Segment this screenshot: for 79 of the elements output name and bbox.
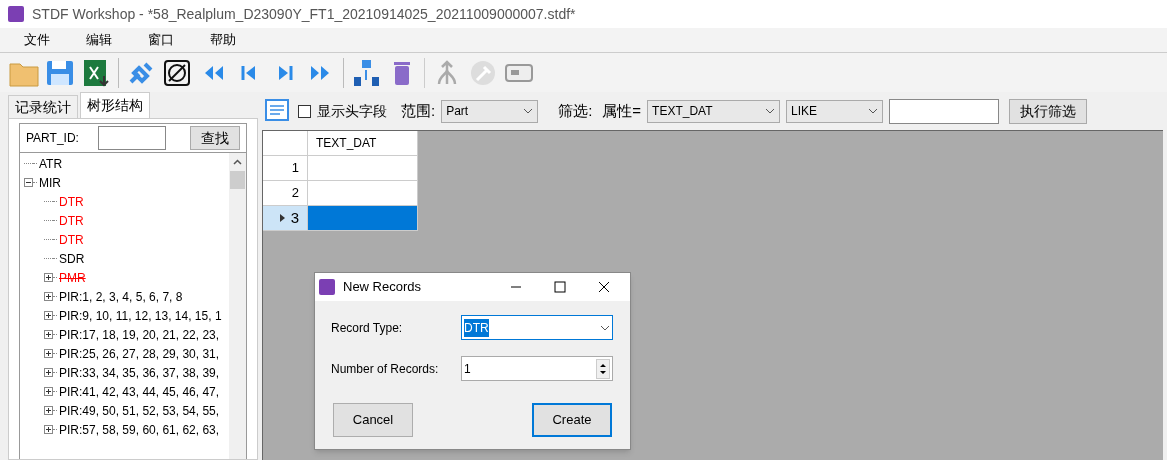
expand-icon[interactable]: [44, 368, 53, 377]
scroll-up-icon[interactable]: [233, 159, 242, 165]
attribute-dropdown[interactable]: TEXT_DAT: [647, 99, 781, 123]
column-header[interactable]: TEXT_DAT: [308, 131, 418, 156]
maximize-icon[interactable]: [554, 281, 566, 293]
selected-text: DTR: [464, 318, 489, 337]
notepad-icon[interactable]: [264, 98, 292, 124]
tree-node-label[interactable]: PIR:41, 42, 43, 44, 45, 46, 47,: [59, 382, 220, 401]
tree-node-label[interactable]: ATR: [39, 154, 63, 173]
tree-node-label[interactable]: DTR: [59, 230, 84, 249]
scope-label: 范围:: [401, 100, 436, 121]
grid-corner-cell: [263, 131, 308, 156]
expand-icon[interactable]: [44, 425, 53, 434]
tab[interactable]: 树形结构: [80, 92, 150, 118]
tree-node-label[interactable]: PIR:49, 50, 51, 52, 53, 54, 55,: [59, 401, 220, 420]
scrollbar[interactable]: [229, 153, 246, 459]
tab[interactable]: 记录统计: [8, 95, 78, 118]
row-header[interactable]: 2: [263, 181, 308, 206]
expand-icon[interactable]: [44, 387, 53, 396]
tree-node-label[interactable]: PIR:1, 2, 3, 4, 5, 6, 7, 8: [59, 287, 183, 306]
tree-node-label[interactable]: PIR:9, 10, 11, 12, 13, 14, 15, 1: [59, 306, 222, 325]
menu-item[interactable]: 帮助: [202, 30, 244, 50]
checkbox[interactable]: [298, 104, 311, 118]
table-cell[interactable]: [308, 156, 418, 181]
tree-node-label[interactable]: DTR: [59, 211, 84, 230]
table-cell[interactable]: [308, 206, 418, 231]
no-entry-icon[interactable]: [161, 57, 193, 88]
row-header[interactable]: 3: [263, 206, 308, 231]
row-pointer-icon: [279, 214, 285, 222]
app-logo-icon: [319, 279, 335, 295]
chevron-down-icon: [765, 108, 776, 114]
tree-node-label[interactable]: PIR:57, 58, 59, 60, 61, 62, 63,: [59, 420, 220, 439]
field-label: PART_ID:: [26, 130, 80, 147]
row-number: 1: [291, 159, 299, 178]
scope-dropdown[interactable]: Part: [441, 99, 539, 123]
row-number: 3: [290, 207, 299, 228]
field-label: Record Type:: [331, 319, 404, 337]
filter-label: 筛选:: [558, 100, 593, 121]
tree-node-label[interactable]: PIR:17, 18, 19, 20, 21, 22, 23,: [59, 325, 220, 344]
tree-node-label[interactable]: MIR: [39, 173, 61, 192]
close-icon[interactable]: [598, 281, 610, 293]
chevron-down-icon: [523, 108, 534, 114]
expand-icon[interactable]: [44, 330, 53, 339]
field-label: Number of Records:: [331, 360, 440, 378]
expand-icon[interactable]: [44, 273, 53, 282]
expand-icon[interactable]: [44, 292, 53, 301]
menu-item[interactable]: 编辑: [78, 30, 120, 50]
part-id-input[interactable]: [98, 126, 166, 150]
table-cell[interactable]: [308, 181, 418, 206]
checkbox-label: 显示头字段: [317, 101, 387, 121]
scrollbar-thumb[interactable]: [230, 171, 245, 189]
expand-icon[interactable]: [44, 349, 53, 358]
collapse-icon[interactable]: [24, 178, 33, 187]
expand-icon[interactable]: [44, 406, 53, 415]
record-count-spinner[interactable]: 1: [461, 356, 613, 381]
app-logo-icon: [8, 6, 24, 22]
menu-item[interactable]: 窗口: [140, 30, 182, 50]
spin-arrows-icon[interactable]: [596, 358, 610, 379]
row-header[interactable]: 1: [263, 156, 308, 181]
tree-node-label[interactable]: SDR: [59, 249, 85, 268]
cancel-button[interactable]: Cancel: [333, 403, 413, 437]
tree-node-label[interactable]: DTR: [59, 192, 84, 211]
dialog-title: New Records: [343, 278, 422, 297]
search-button[interactable]: 查找: [190, 126, 240, 150]
tree-node-label[interactable]: PIR:25, 26, 27, 28, 29, 30, 31,: [59, 344, 220, 363]
menu-item[interactable]: 文件: [16, 30, 58, 50]
tree-node-label[interactable]: PIR:33, 34, 35, 36, 37, 38, 39,: [59, 363, 220, 382]
operator-dropdown[interactable]: LIKE: [786, 99, 884, 123]
expand-icon[interactable]: [44, 311, 53, 320]
filter-value-input[interactable]: [889, 98, 1000, 124]
tree-node-label[interactable]: PMR: [59, 268, 86, 287]
window-title: STDF Workshop - *58_Realplum_D23090Y_FT1_20210914025_20211009000007.stdf*: [32, 4, 576, 24]
create-button[interactable]: Create: [532, 403, 612, 437]
row-number: 2: [291, 184, 299, 203]
chevron-down-icon: [868, 108, 879, 114]
apply-filter-button[interactable]: 执行筛选: [1009, 98, 1088, 124]
record-type-dropdown[interactable]: DTR: [461, 315, 613, 340]
attribute-label: 属性=: [602, 100, 642, 121]
chevron-down-icon: [600, 324, 610, 331]
